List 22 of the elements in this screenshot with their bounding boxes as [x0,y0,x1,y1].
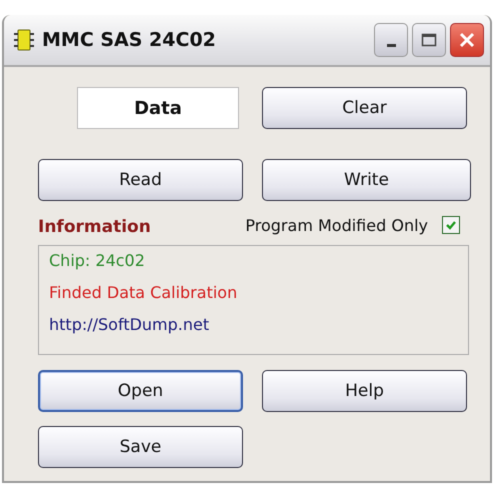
maximize-icon [421,32,437,48]
checkbox[interactable] [442,216,460,234]
data-label: Data [77,87,239,129]
window-title: MMC SAS 24C02 [42,29,217,51]
log-line: Finded Data Calibration [49,282,238,304]
read-button[interactable]: Read [38,159,243,201]
minimize-icon [386,44,396,46]
clear-button[interactable]: Clear [262,87,467,129]
minimize-button[interactable] [374,23,408,57]
log-line: Chip: 24c02 [49,250,146,272]
check-icon [445,219,457,231]
help-button[interactable]: Help [262,370,467,412]
maximize-button[interactable] [412,23,446,57]
log-line: http://SoftDump.net [49,314,210,336]
chip-icon [14,29,34,51]
save-button[interactable]: Save [38,426,243,468]
close-icon [459,32,475,48]
close-button[interactable] [450,23,484,57]
write-button[interactable]: Write [262,159,471,201]
checkbox-label: Program Modified Only [245,216,428,234]
open-button[interactable]: Open [38,370,243,412]
information-heading: Information [38,216,152,237]
